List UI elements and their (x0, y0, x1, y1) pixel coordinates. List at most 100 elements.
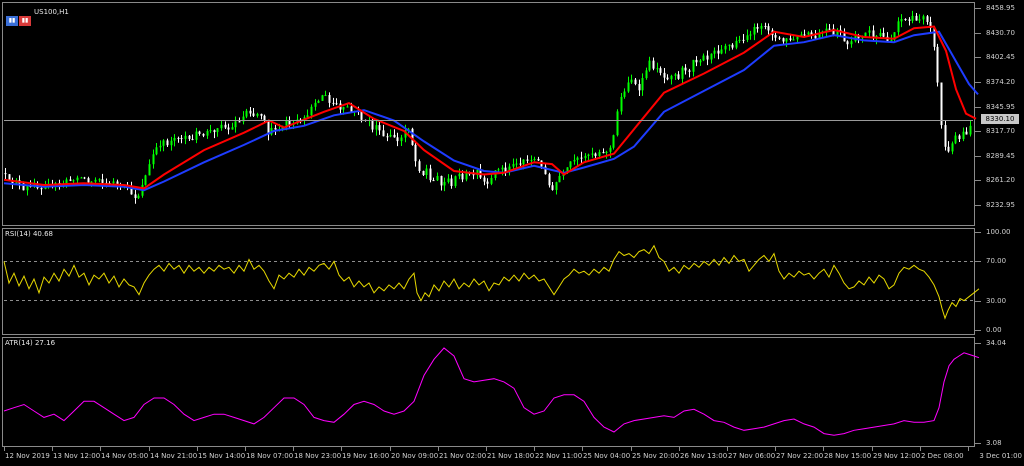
time-axis-label: 26 Nov 13:00 (680, 452, 728, 460)
rsi-axis-label: 100.00 (986, 228, 1011, 236)
candle-body (432, 180, 435, 182)
time-axis-tick (486, 447, 487, 451)
candle-body (40, 188, 43, 190)
candle-body (98, 179, 101, 181)
rsi-axis-label-tick (975, 232, 981, 233)
candle-body (501, 167, 504, 170)
time-axis-label: 18 Nov 23:00 (294, 452, 342, 460)
candle-body (159, 145, 162, 148)
candle-body (616, 111, 619, 136)
candle-body (4, 173, 7, 175)
candle-body (94, 179, 97, 182)
candle-body (252, 113, 255, 116)
candle-body (555, 182, 558, 190)
candle-body (677, 74, 680, 79)
candle-body (504, 167, 507, 172)
time-axis-label: 13 Nov 12:00 (53, 452, 101, 460)
candle-body (926, 16, 929, 22)
candle-body (947, 146, 950, 152)
price-axis-label-tick (975, 180, 981, 181)
rsi-axis-label-tick (975, 330, 981, 331)
candle-body (389, 134, 392, 137)
time-axis-label: 25 Nov 20:00 (632, 452, 680, 460)
candle-body (26, 185, 29, 191)
candle-body (216, 128, 219, 133)
candle-body (454, 176, 457, 186)
time-axis-label: 21 Nov 18:00 (487, 452, 535, 460)
atr-label: ATR(14) 27.16 (5, 339, 56, 347)
candle-body (551, 185, 554, 190)
candle-body (782, 38, 785, 42)
time-axis-label: 14 Nov 21:00 (150, 452, 198, 460)
candle-body (706, 55, 709, 60)
candle-body (868, 30, 871, 33)
candle-body (310, 106, 313, 116)
candle-body (396, 137, 399, 142)
candle-body (335, 103, 338, 105)
candle-body (346, 106, 349, 108)
candle-body (558, 175, 561, 183)
time-axis-tick (390, 447, 391, 451)
time-axis-label: 2 Dec 08:00 (921, 452, 964, 460)
candle-body (486, 181, 489, 184)
time-axis-label: 28 Nov 15:00 (824, 452, 872, 460)
time-axis-tick (872, 447, 873, 451)
candle-body (447, 178, 450, 182)
time-axis-tick (775, 447, 776, 451)
candle-body (879, 32, 882, 36)
time-axis-tick (149, 447, 150, 451)
atr-axis-label-tick (975, 443, 981, 444)
candle-body (260, 113, 263, 116)
candle-body (375, 125, 378, 130)
candle-body (573, 159, 576, 162)
time-axis-label: 12 Nov 2019 (5, 452, 50, 460)
candle-body (846, 41, 849, 45)
candle-body (958, 135, 961, 140)
candle-body (728, 44, 731, 46)
candle-body (749, 34, 752, 36)
price-axis-label: 8374.20 (986, 78, 1015, 86)
candle-body (414, 144, 417, 162)
candle-body (195, 131, 198, 140)
candle-body (220, 124, 223, 129)
price-axis-label-tick (975, 107, 981, 108)
candle-body (656, 68, 659, 70)
candle-body (393, 134, 396, 138)
candle-body (198, 131, 201, 134)
time-axis-label: 29 Nov 12:00 (873, 452, 921, 460)
candle-body (699, 60, 702, 63)
candle-body (742, 39, 745, 41)
time-axis-tick (293, 447, 294, 451)
sell-icon[interactable]: ▮▮ (19, 16, 31, 26)
candle-body (184, 135, 187, 139)
candle-body (378, 125, 381, 131)
candle-body (713, 50, 716, 54)
price-axis-label-tick (975, 131, 981, 132)
rsi-axis-label-tick (975, 301, 981, 302)
price-axis-label: 8345.95 (986, 103, 1015, 111)
time-axis-tick (341, 447, 342, 451)
candle-body (940, 82, 943, 126)
candle-body (681, 67, 684, 79)
candle-body (173, 137, 176, 141)
candle-body (602, 152, 605, 154)
candle-body (702, 55, 705, 61)
candle-body (137, 195, 140, 199)
candle-body (576, 157, 579, 160)
time-axis-tick (727, 447, 728, 451)
rsi-axis-label: 70.00 (986, 257, 1007, 265)
candle-body (148, 164, 151, 176)
candle-body (321, 95, 324, 101)
time-axis-tick (968, 447, 969, 451)
candle-body (80, 177, 83, 179)
buy-icon[interactable]: ▮▮ (6, 16, 18, 26)
candle-body (785, 38, 788, 42)
candle-body (882, 32, 885, 37)
trade-panel-icon[interactable]: ▮▮ ▮▮ (6, 7, 32, 26)
candle-body (828, 28, 831, 30)
candle-body (965, 131, 968, 135)
candle-body (65, 179, 68, 184)
candle-body (450, 178, 453, 186)
candle-body (659, 68, 662, 73)
candle-body (274, 127, 277, 130)
